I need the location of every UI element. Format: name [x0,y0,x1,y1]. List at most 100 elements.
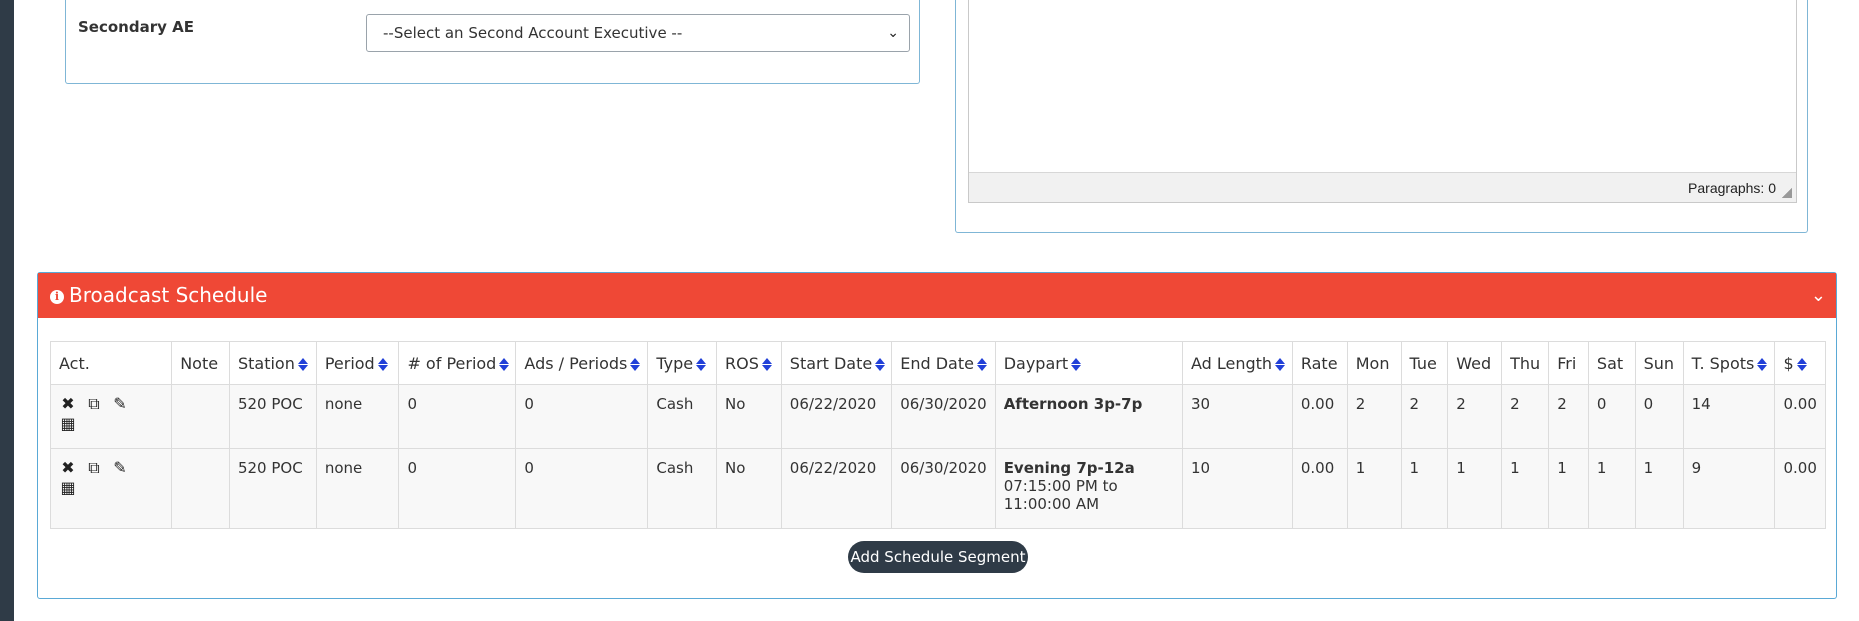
info-icon: i [50,290,64,304]
col-amount[interactable]: $ [1774,341,1826,385]
cell-thu: 2 [1501,384,1550,449]
sort-icon[interactable] [377,357,388,372]
cell-ads-periods: 0 [515,448,649,529]
sort-icon[interactable] [696,357,707,372]
cell-end-date: 06/30/2020 [891,384,996,449]
table-header-row: Act. Note Station Period # of Period Ads… [49,341,1826,385]
left-sidebar-rail [0,0,14,621]
col-sat: Sat [1587,341,1636,385]
copy-icon[interactable]: ⧉ [85,395,103,413]
cell-sat: 0 [1587,384,1636,449]
cell-rate: 0.00 [1291,448,1348,529]
col-t-spots[interactable]: T. Spots [1682,341,1776,385]
row-actions: ✖ ⧉ ✎ ▦ [49,448,173,529]
cell-station: 520 POC [228,448,317,529]
col-rate: Rate [1291,341,1348,385]
cell-start-date: 06/22/2020 [780,384,893,449]
col-end-date[interactable]: End Date [891,341,996,385]
cell-amount: 0.00 [1774,448,1826,529]
col-station[interactable]: Station [228,341,317,385]
secondary-ae-select[interactable]: --Select an Second Account Executive -- … [366,14,910,52]
cell-fri: 2 [1548,384,1589,449]
cell-tue: 2 [1400,384,1449,449]
cell-type: Cash [647,384,718,449]
cell-rate: 0.00 [1291,384,1348,449]
copy-icon[interactable]: ⧉ [85,459,103,477]
col-note: Note [171,341,230,385]
cell-t-spots: 9 [1682,448,1776,529]
daypart-name: Afternoon 3p-7p [1003,395,1143,413]
col-type[interactable]: Type [647,341,718,385]
cell-ad-length: 10 [1181,448,1293,529]
sort-icon[interactable] [1796,357,1807,372]
add-schedule-segment-button[interactable]: Add Schedule Segment [848,541,1028,573]
sort-icon[interactable] [297,357,308,372]
cell-ads-periods: 0 [515,384,649,449]
cell-ros: No [716,448,782,529]
sort-icon[interactable] [1757,357,1768,372]
table-row: ✖ ⧉ ✎ ▦ 520 POC none 0 0 Cash No 06/22/202… [49,384,1826,449]
sort-icon[interactable] [875,357,886,372]
cell-t-spots: 14 [1682,384,1776,449]
cell-fri: 1 [1548,448,1589,529]
daypart-name: Evening 7p-12a [1003,459,1135,477]
col-mon: Mon [1346,341,1402,385]
text-editor[interactable]: Paragraphs: 0 [968,0,1797,203]
col-sun: Sun [1634,341,1684,385]
cell-note [171,448,230,529]
editor-status-bar: Paragraphs: 0 [969,172,1796,202]
cell-sun: 1 [1634,448,1684,529]
col-ads-periods[interactable]: Ads / Periods [515,341,649,385]
sort-icon[interactable] [761,357,772,372]
sort-icon[interactable] [499,357,510,372]
col-tue: Tue [1400,341,1449,385]
cell-num-period: 0 [398,384,517,449]
cell-period: none [315,448,400,529]
cell-start-date: 06/22/2020 [780,448,893,529]
sort-icon[interactable] [1275,357,1286,372]
delete-icon[interactable]: ✖ [59,459,77,477]
col-ros[interactable]: ROS [716,341,782,385]
cell-note [171,384,230,449]
row-actions: ✖ ⧉ ✎ ▦ [49,384,173,449]
col-num-period[interactable]: # of Period [398,341,517,385]
edit-icon[interactable]: ✎ [111,459,129,477]
cell-thu: 1 [1501,448,1550,529]
table-row: ✖ ⧉ ✎ ▦ 520 POC none 0 0 Cash No 06/22/202… [49,448,1826,529]
edit-icon[interactable]: ✎ [111,395,129,413]
sort-icon[interactable] [630,357,641,372]
broadcast-schedule-header[interactable]: i Broadcast Schedule ⌄ [38,273,1836,318]
paragraph-count: Paragraphs: 0 [1688,180,1776,196]
chevron-down-icon[interactable]: ⌄ [1811,273,1826,318]
cell-num-period: 0 [398,448,517,529]
cell-period: none [315,384,400,449]
col-period[interactable]: Period [315,341,400,385]
cell-type: Cash [647,448,718,529]
cell-tue: 1 [1400,448,1449,529]
daypart-time: 07:15:00 PM to 11:00:00 AM [1003,477,1118,513]
col-start-date[interactable]: Start Date [780,341,893,385]
calendar-icon[interactable]: ▦ [59,479,77,497]
delete-icon[interactable]: ✖ [59,395,77,413]
secondary-ae-select-value: --Select an Second Account Executive -- [383,24,683,42]
col-thu: Thu [1501,341,1550,385]
cell-station: 520 POC [228,384,317,449]
schedule-table-wrapper: Act. Note Station Period # of Period Ads… [49,341,1826,529]
schedule-table: Act. Note Station Period # of Period Ads… [49,341,1826,529]
secondary-ae-label: Secondary AE [78,18,194,36]
cell-amount: 0.00 [1774,384,1826,449]
broadcast-schedule-title: Broadcast Schedule [69,283,268,307]
cell-sun: 0 [1634,384,1684,449]
col-daypart[interactable]: Daypart [994,341,1183,385]
resize-handle-icon[interactable] [1782,188,1792,198]
cell-daypart: Evening 7p-12a 07:15:00 PM to 11:00:00 A… [994,448,1183,529]
sort-icon[interactable] [976,357,987,372]
calendar-icon[interactable]: ▦ [59,415,77,433]
cell-sat: 1 [1587,448,1636,529]
cell-mon: 1 [1346,448,1402,529]
cell-mon: 2 [1346,384,1402,449]
col-ad-length[interactable]: Ad Length [1181,341,1293,385]
secondary-ae-card: Secondary AE --Select an Second Account … [65,0,920,84]
sort-icon[interactable] [1071,357,1082,372]
col-wed: Wed [1447,341,1503,385]
